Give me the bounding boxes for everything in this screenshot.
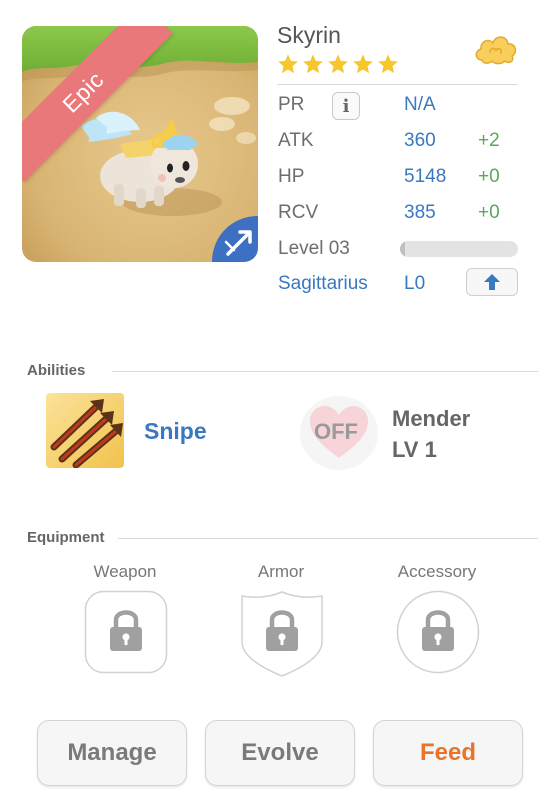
rcv-bonus: +0 <box>478 202 500 223</box>
star-icon <box>328 54 348 74</box>
abilities-divider <box>112 371 538 372</box>
atk-bonus: +2 <box>478 130 500 151</box>
equipment-divider <box>118 538 538 539</box>
mender-ability-name: Mender <box>392 406 471 431</box>
star-icon <box>278 54 298 74</box>
header-divider <box>277 84 518 85</box>
star-rating <box>277 53 399 75</box>
armor-slot-label: Armor <box>257 562 305 581</box>
hp-value: 5148 <box>404 166 447 187</box>
equipment-heading: Equipment <box>27 529 105 546</box>
pr-info-button[interactable]: i <box>332 92 360 120</box>
star-icon <box>378 54 398 74</box>
manage-button[interactable]: Manage <box>37 720 187 786</box>
xp-progress-bar <box>400 241 518 257</box>
weapon-slot[interactable] <box>84 590 168 674</box>
pr-label: PR <box>278 94 305 115</box>
arrow-up-icon <box>484 274 500 290</box>
snipe-ability-name[interactable]: Snipe <box>144 418 207 445</box>
monster-name: Skyrin <box>277 22 341 48</box>
feed-button[interactable]: Feed <box>373 720 523 786</box>
rcv-value: 385 <box>404 202 436 223</box>
weapon-slot-label: Weapon <box>93 562 157 581</box>
accessory-slot[interactable] <box>396 590 480 674</box>
mender-ability-level: LV 1 <box>392 437 437 462</box>
sign-label[interactable]: Sagittarius <box>278 273 368 295</box>
rcv-label: RCV <box>278 202 319 223</box>
armor-slot[interactable] <box>240 590 324 678</box>
snipe-ability-icon[interactable] <box>46 393 124 468</box>
ability-off-label: OFF <box>314 419 358 444</box>
xp-progress-fill <box>400 241 405 257</box>
monster-portrait[interactable]: Epic <box>22 26 258 262</box>
pr-value: N/A <box>404 94 436 115</box>
sign-level: L0 <box>404 273 426 294</box>
cloud-element-icon <box>472 26 520 74</box>
level-label: Level 03 <box>278 238 350 259</box>
hp-label: HP <box>278 166 305 187</box>
evolve-button[interactable]: Evolve <box>205 720 355 786</box>
abilities-heading: Abilities <box>27 362 86 379</box>
accessory-slot-label: Accessory <box>397 562 477 581</box>
sign-upgrade-button[interactable] <box>466 268 518 296</box>
archer-class-icon <box>212 216 258 262</box>
atk-label: ATK <box>278 130 314 151</box>
star-icon <box>303 54 323 74</box>
star-icon <box>353 54 373 74</box>
atk-value: 360 <box>404 130 436 151</box>
hp-bonus: +0 <box>478 166 500 187</box>
